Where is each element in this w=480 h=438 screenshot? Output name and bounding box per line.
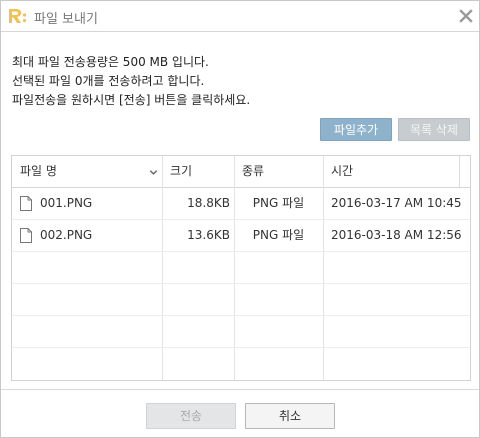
info-selected-count: 선택된 파일 0개를 전송하려고 합니다. bbox=[12, 74, 205, 88]
table-row[interactable]: 002.PNG 13.6KB PNG 파일 2016-03-18 AM 12:5… bbox=[12, 220, 470, 252]
empty-row bbox=[12, 284, 470, 316]
dialog-footer: 전송 취소 bbox=[1, 389, 479, 437]
column-divider[interactable] bbox=[459, 156, 460, 187]
file-size: 18.8KB bbox=[187, 196, 230, 210]
table-row[interactable]: 001.PNG 18.8KB PNG 파일 2016-03-17 AM 10:4… bbox=[12, 188, 470, 220]
info-instruction: 파일전송을 원하시면 [전송] 버튼을 클릭하세요. bbox=[12, 93, 251, 107]
file-icon bbox=[20, 228, 32, 243]
column-header-size[interactable]: 크기 bbox=[162, 156, 234, 187]
delete-list-button[interactable]: 목록 삭제 bbox=[398, 118, 470, 141]
window-title: 파일 보내기 bbox=[34, 12, 98, 27]
file-size: 13.6KB bbox=[187, 228, 230, 242]
title-bar[interactable]: 파일 보내기 bbox=[1, 1, 479, 32]
column-header-time[interactable]: 시간 bbox=[323, 156, 459, 187]
close-icon[interactable] bbox=[457, 7, 475, 25]
file-type: PNG 파일 bbox=[252, 196, 305, 210]
file-icon bbox=[20, 196, 32, 211]
file-table: 파일 명 크기 종류 시간 001.PNG 18.8KB PNG 파일 2016… bbox=[11, 155, 471, 381]
file-name: 001.PNG bbox=[40, 196, 93, 210]
file-time: 2016-03-18 AM 12:56 bbox=[331, 228, 462, 242]
app-logo-icon bbox=[9, 9, 27, 23]
info-max-size: 최대 파일 전송용량은 500 MB 입니다. bbox=[12, 55, 209, 69]
empty-row bbox=[12, 316, 470, 348]
info-text: 최대 파일 전송용량은 500 MB 입니다. 선택된 파일 0개를 전송하려고… bbox=[12, 53, 250, 110]
cancel-button[interactable]: 취소 bbox=[245, 403, 335, 429]
send-button[interactable]: 전송 bbox=[146, 403, 236, 429]
file-name: 002.PNG bbox=[40, 228, 93, 242]
table-header: 파일 명 크기 종류 시간 bbox=[12, 156, 470, 188]
column-header-name[interactable]: 파일 명 bbox=[12, 156, 162, 187]
chevron-down-icon[interactable] bbox=[149, 168, 158, 177]
column-header-type[interactable]: 종류 bbox=[234, 156, 323, 187]
file-send-dialog: 파일 보내기 최대 파일 전송용량은 500 MB 입니다. 선택된 파일 0개… bbox=[0, 0, 480, 438]
empty-row bbox=[12, 348, 470, 380]
empty-row bbox=[12, 252, 470, 284]
file-type: PNG 파일 bbox=[252, 228, 305, 242]
file-time: 2016-03-17 AM 10:45 bbox=[331, 196, 462, 210]
add-file-button[interactable]: 파일추가 bbox=[320, 118, 392, 141]
